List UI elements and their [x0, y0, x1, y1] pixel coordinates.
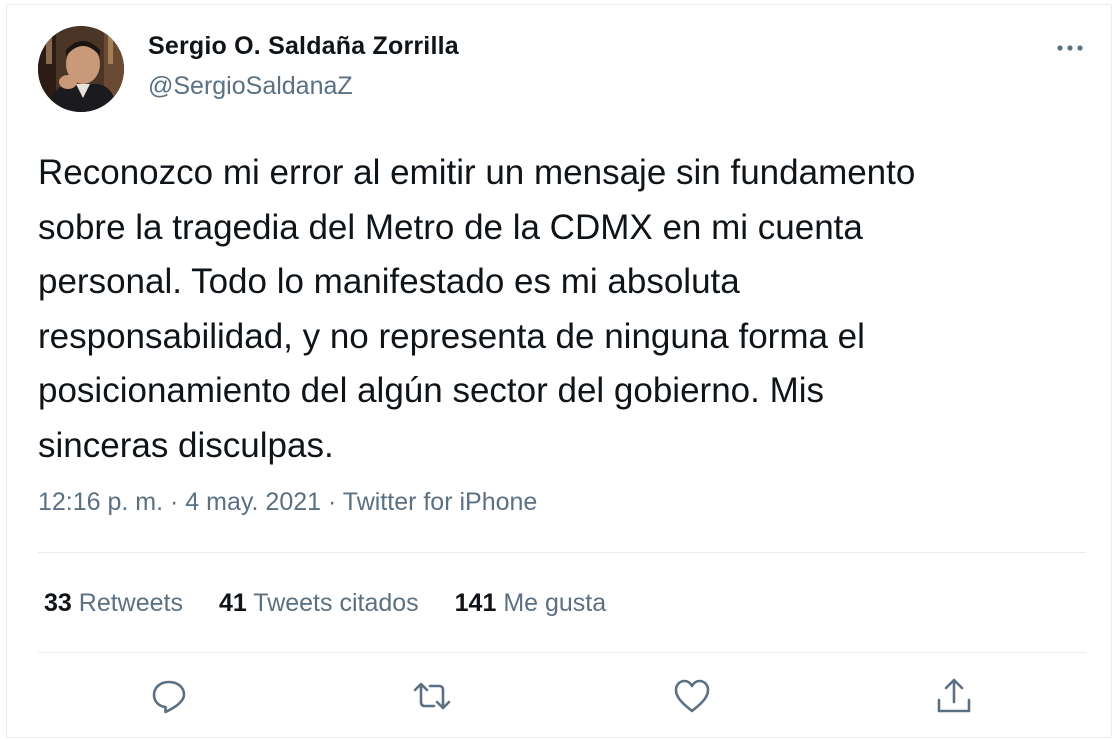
likes-label: Me gusta [503, 589, 607, 617]
quotes-stat[interactable]: 41 Tweets citados [219, 589, 419, 618]
avatar[interactable] [38, 26, 124, 112]
divider [38, 652, 1086, 653]
reply-icon [152, 680, 186, 714]
heart-icon [674, 679, 710, 713]
tweet-text-line: posicionamiento del algún sector del gob… [38, 371, 825, 410]
avatar-photo [38, 26, 124, 112]
tweet-text: Reconozco mi error al emitir un mensaje … [38, 146, 1078, 473]
retweets-label: Retweets [78, 589, 183, 617]
tweet-text-line: sinceras disculpas. [38, 425, 334, 465]
tweet-time[interactable]: 12:16 p. m. [38, 488, 163, 516]
share-button[interactable] [934, 676, 974, 716]
tweet-meta: 12:16 p. m. · 4 may. 2021 · Twitter for … [38, 488, 537, 517]
tweet-date[interactable]: 4 may. 2021 [185, 488, 321, 516]
tweet-text-line: Reconozco mi error al emitir un mensaje … [38, 153, 916, 192]
likes-count: 141 [454, 589, 497, 617]
quotes-label: Tweets citados [253, 589, 419, 617]
tweet-source[interactable]: Twitter for iPhone [343, 488, 538, 516]
meta-separator: · [321, 488, 343, 516]
retweets-count: 33 [44, 589, 72, 617]
retweet-icon [413, 682, 451, 710]
reply-button[interactable] [149, 676, 189, 716]
retweets-stat[interactable]: 33 Retweets [44, 589, 183, 618]
tweet-text-line: sobre la tragedia del Metro de la CDMX e… [38, 207, 863, 247]
quotes-count: 41 [218, 589, 247, 617]
tweet-text-line: personal. Todo lo manifestado es mi abso… [38, 262, 740, 301]
author-name[interactable]: Sergio O. Saldaña Zorrilla [148, 32, 459, 61]
tweet-stats: 33 Retweets 41 Tweets citados 141 Me gusta [44, 589, 642, 618]
retweet-button[interactable] [412, 676, 452, 716]
likes-stat[interactable]: 141 Me gusta [455, 589, 607, 618]
divider [38, 552, 1086, 553]
like-button[interactable] [672, 676, 712, 716]
tweet-text-line: responsabilidad, y no representa de ning… [38, 316, 865, 356]
more-horizontal-icon[interactable] [1052, 36, 1088, 60]
author-handle[interactable]: @SergioSaldanaZ [148, 72, 353, 101]
meta-separator: · [163, 488, 186, 516]
share-icon [937, 678, 971, 713]
